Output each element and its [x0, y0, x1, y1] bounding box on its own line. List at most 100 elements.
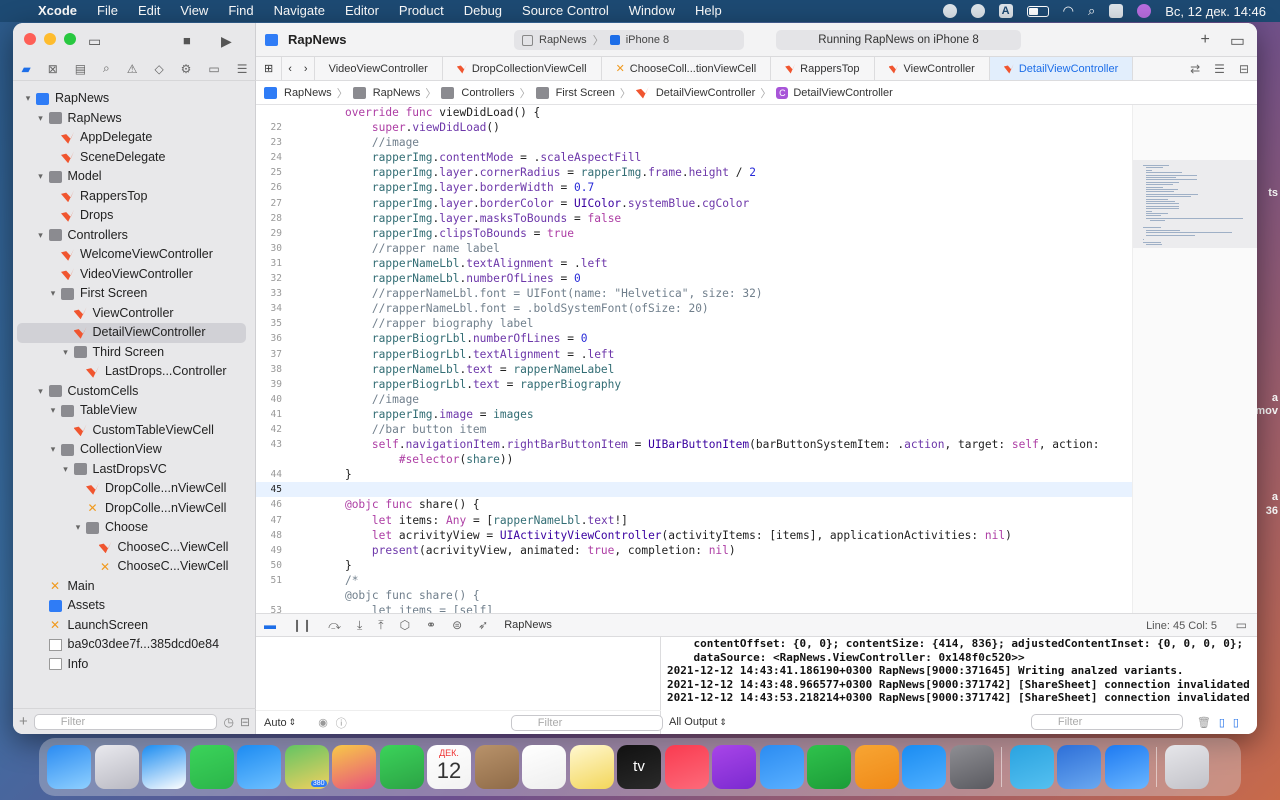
- breadcrumb-item[interactable]: First Screen: [556, 87, 615, 99]
- menu-product[interactable]: Product: [389, 0, 454, 22]
- find-navigator-icon[interactable]: ⌕: [103, 61, 110, 76]
- tree-item[interactable]: ▾ Model: [13, 167, 256, 187]
- siri-icon[interactable]: [1137, 4, 1152, 18]
- tree-item[interactable]: ✕ Main: [13, 577, 256, 597]
- wifi-icon[interactable]: ◠: [1063, 3, 1074, 19]
- telegram-icon[interactable]: [1009, 745, 1054, 789]
- tree-item[interactable]: Info: [13, 655, 256, 675]
- menu-app-name[interactable]: Xcode: [28, 0, 87, 22]
- reminders-icon[interactable]: [522, 745, 566, 789]
- code-line[interactable]: 46 @objc func share() {: [256, 497, 1132, 512]
- launchpad-icon[interactable]: [94, 745, 139, 789]
- tree-item[interactable]: ✕ ChooseC...ViewCell: [13, 557, 256, 577]
- info-icon[interactable]: ⓘ: [336, 715, 347, 731]
- menu-file[interactable]: File: [87, 0, 128, 22]
- code-line[interactable]: 49 present(acrivityView, animated: true,…: [256, 543, 1132, 558]
- tree-item[interactable]: AppDelegate: [13, 128, 256, 148]
- step-over-icon[interactable]: ⤼: [328, 618, 341, 633]
- modified-files-icon[interactable]: ⊟: [240, 715, 250, 729]
- tree-item[interactable]: ▾ First Screen: [13, 284, 256, 304]
- code-line[interactable]: 38 rapperNameLbl.text = rapperNameLabel: [256, 362, 1132, 377]
- tab-rappers-top[interactable]: RappersTop: [771, 57, 875, 80]
- menu-navigate[interactable]: Navigate: [264, 0, 335, 22]
- disclosure-chevron-icon[interactable]: ▾: [73, 518, 83, 538]
- menu-edit[interactable]: Edit: [128, 0, 170, 22]
- code-line[interactable]: 44 }: [256, 467, 1132, 482]
- code-line[interactable]: 33 //rapperNameLbl.font = UIFont(name: "…: [256, 286, 1132, 301]
- split-editor-icon[interactable]: ⊟: [1239, 62, 1249, 76]
- memory-graph-icon[interactable]: ⚭: [426, 618, 436, 632]
- variables-filter-input[interactable]: Filter: [510, 714, 663, 731]
- toggle-inspector-icon[interactable]: ▭: [1230, 31, 1245, 51]
- tab-choose-collection-view-cell[interactable]: ✕ ChooseColl...tionViewCell: [602, 57, 772, 80]
- code-line[interactable]: 23 //image: [256, 135, 1132, 150]
- breadcrumb-item[interactable]: DetailViewController: [656, 87, 755, 99]
- tree-item[interactable]: WelcomeViewController: [13, 245, 256, 265]
- xcode-icon[interactable]: [1104, 745, 1149, 789]
- trash-icon[interactable]: 🗑: [1197, 716, 1211, 729]
- test-navigator-icon[interactable]: ◇: [154, 62, 163, 76]
- breadcrumb-item[interactable]: RapNews: [373, 87, 421, 99]
- disclosure-chevron-icon[interactable]: ▾: [48, 284, 58, 304]
- code-line[interactable]: 47 let items: Any = [rapperNameLbl.text!…: [256, 513, 1132, 528]
- show-variables-icon[interactable]: ▯: [1219, 716, 1225, 729]
- issue-navigator-icon[interactable]: ⚠: [127, 62, 138, 76]
- input-source-icon[interactable]: A: [998, 4, 1013, 18]
- code-line[interactable]: 37 rapperBiogrLbl.textAlignment = .left: [256, 347, 1132, 362]
- search-icon[interactable]: ⌕: [1088, 3, 1095, 19]
- console-filter-input[interactable]: Filter: [1030, 714, 1183, 730]
- code-line[interactable]: 22 super.viewDidLoad(): [256, 120, 1132, 135]
- tree-item[interactable]: Assets: [13, 596, 256, 616]
- tree-item[interactable]: ChooseC...ViewCell: [13, 538, 256, 558]
- menu-help[interactable]: Help: [685, 0, 732, 22]
- code-line[interactable]: 28 rapperImg.layer.masksToBounds = false: [256, 211, 1132, 226]
- podcasts-icon[interactable]: [712, 745, 756, 789]
- photos-icon[interactable]: [332, 745, 376, 789]
- tab-detail-view-controller[interactable]: DetailViewController: [989, 57, 1134, 80]
- music-icon[interactable]: [664, 745, 709, 789]
- trash-icon[interactable]: [1164, 745, 1209, 789]
- tree-item[interactable]: ViewController: [13, 304, 256, 324]
- tree-item[interactable]: ✕ DropColle...nViewCell: [13, 499, 256, 519]
- related-items-icon[interactable]: ⇄: [1190, 62, 1200, 76]
- tree-item[interactable]: DetailViewController: [17, 323, 246, 343]
- tree-item[interactable]: SceneDelegate: [13, 148, 256, 168]
- debug-navigator-icon[interactable]: ⚙: [181, 62, 192, 76]
- contacts-icon[interactable]: [474, 745, 519, 789]
- appstore-icon[interactable]: [902, 745, 946, 789]
- navigator-filter-input[interactable]: Filter: [33, 713, 218, 730]
- breakpoint-navigator-icon[interactable]: ▭: [208, 62, 219, 76]
- report-navigator-icon[interactable]: ☰: [237, 62, 248, 76]
- code-line[interactable]: 31 rapperNameLbl.textAlignment = .left: [256, 256, 1132, 271]
- environment-overrides-icon[interactable]: ⊜: [452, 618, 462, 632]
- safari-icon[interactable]: [142, 745, 186, 789]
- source-control-navigator-icon[interactable]: ⊠: [48, 62, 58, 76]
- battery-icon[interactable]: [1026, 5, 1049, 17]
- code-line[interactable]: 50 }: [256, 558, 1132, 573]
- minimap[interactable]: [1132, 105, 1257, 613]
- step-into-icon[interactable]: ⤓: [357, 618, 362, 633]
- view-hierarchy-icon[interactable]: ⬡: [400, 618, 410, 632]
- code-line[interactable]: 30 //rapper name label: [256, 241, 1132, 256]
- disclosure-chevron-icon[interactable]: ▾: [48, 401, 58, 421]
- tree-item[interactable]: ▾ Controllers: [13, 226, 256, 246]
- clock[interactable]: Вс, 12 дек. 14:46: [1165, 4, 1266, 19]
- tree-item[interactable]: ▾ RapNews: [13, 109, 256, 129]
- breadcrumb-item[interactable]: RapNews: [284, 87, 332, 99]
- appletv-icon[interactable]: tv: [617, 745, 661, 789]
- symbol-navigator-icon[interactable]: ▤: [75, 62, 86, 76]
- debug-area-toggle-icon[interactable]: ▭: [1236, 618, 1247, 632]
- tree-item[interactable]: Drops: [13, 206, 256, 226]
- tree-item[interactable]: ba9c03dee7f...385dcd0e84: [13, 635, 256, 655]
- play-status-icon[interactable]: [970, 4, 985, 18]
- code-line[interactable]: 41 rapperImg.image = images: [256, 407, 1132, 422]
- disclosure-chevron-icon[interactable]: ▾: [36, 226, 46, 246]
- numbers-icon[interactable]: [807, 745, 851, 789]
- auto-selector[interactable]: Auto: [264, 717, 287, 729]
- mail-icon[interactable]: [237, 745, 281, 789]
- menu-editor[interactable]: Editor: [335, 0, 389, 22]
- tree-item[interactable]: ▾ CollectionView: [13, 440, 256, 460]
- code-line[interactable]: 39 rapperBiogrLbl.text = rapperBiography: [256, 377, 1132, 392]
- code-line[interactable]: 27 rapperImg.layer.borderColor = UIColor…: [256, 196, 1132, 211]
- show-console-icon[interactable]: ▯: [1233, 716, 1239, 729]
